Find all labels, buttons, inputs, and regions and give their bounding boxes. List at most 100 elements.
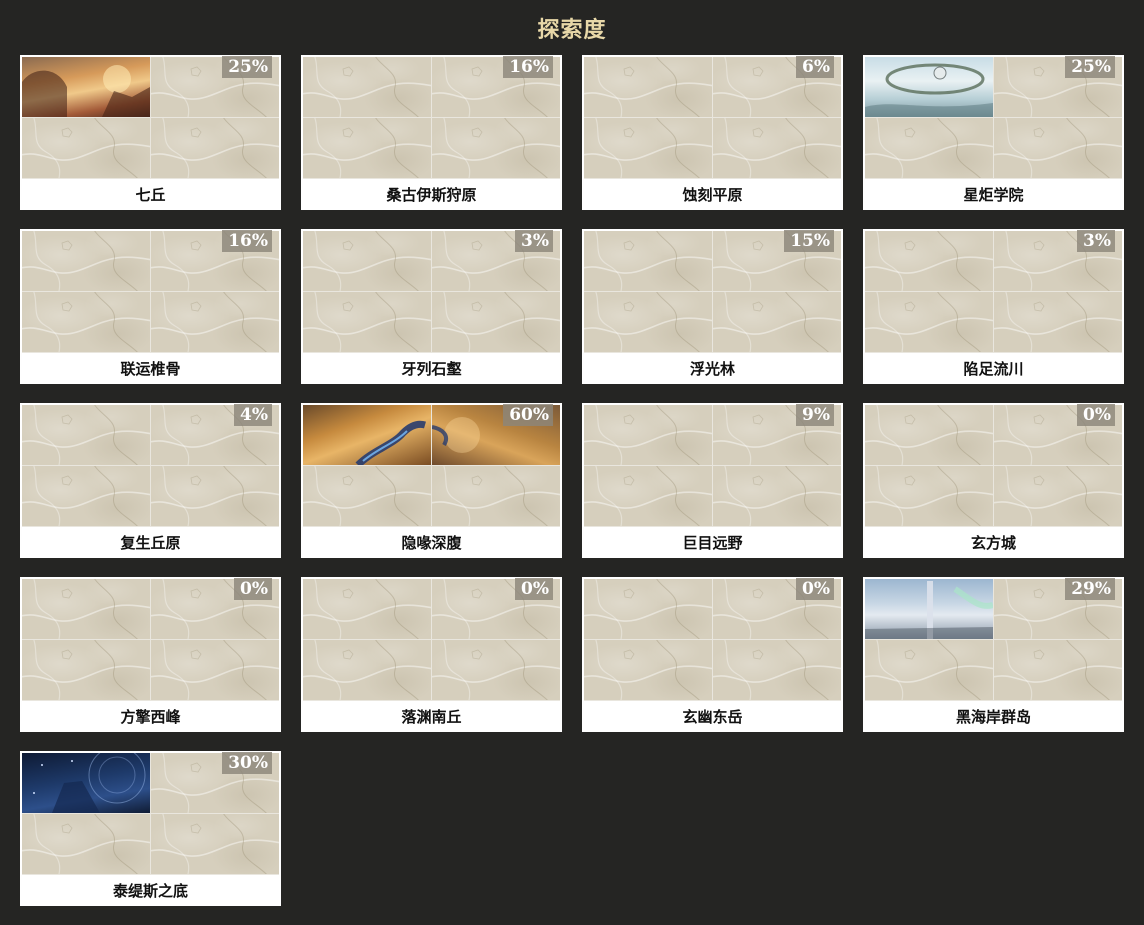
unexplored-map-tile xyxy=(432,466,560,526)
explored-scene-tile xyxy=(865,579,993,639)
explored-scene-tile xyxy=(865,57,993,117)
region-card[interactable]: 15% 浮光林 xyxy=(582,229,843,384)
exploration-percent-badge: 29% xyxy=(1065,578,1115,600)
explored-scene-tile xyxy=(22,753,150,813)
page-title: 探索度 xyxy=(537,18,607,43)
unexplored-map-tile xyxy=(432,640,560,700)
exploration-percent-badge: 0% xyxy=(1077,404,1115,426)
region-card[interactable]: 0% 玄方城 xyxy=(863,403,1124,558)
unexplored-map-tile xyxy=(994,292,1122,352)
unexplored-map-tile xyxy=(584,579,712,639)
unexplored-map-tile xyxy=(22,231,150,291)
unexplored-map-tile xyxy=(713,292,841,352)
exploration-percent-badge: 16% xyxy=(503,56,553,78)
region-name: 陷足流川 xyxy=(963,360,1024,378)
unexplored-map-tile xyxy=(584,466,712,526)
unexplored-map-tile xyxy=(865,231,993,291)
region-name: 泰缇斯之底 xyxy=(112,882,188,900)
unexplored-map-tile xyxy=(303,466,431,526)
unexplored-map-tile xyxy=(994,466,1122,526)
region-card[interactable]: 16% 联运椎骨 xyxy=(20,229,281,384)
exploration-percent-badge: 0% xyxy=(515,578,553,600)
region-name: 巨目远野 xyxy=(682,534,743,552)
explored-scene-tile xyxy=(303,405,431,465)
region-name: 桑古伊斯狩原 xyxy=(386,186,477,204)
unexplored-map-tile xyxy=(22,292,150,352)
unexplored-map-tile xyxy=(584,292,712,352)
unexplored-map-tile xyxy=(151,118,279,178)
region-card[interactable]: 25% 星炬学院 xyxy=(863,55,1124,210)
exploration-percent-badge: 25% xyxy=(222,56,272,78)
exploration-percent-badge: 25% xyxy=(1065,56,1115,78)
unexplored-map-tile xyxy=(303,640,431,700)
unexplored-map-tile xyxy=(22,814,150,874)
exploration-percent-badge: 6% xyxy=(796,56,834,78)
unexplored-map-tile xyxy=(865,405,993,465)
unexplored-map-tile xyxy=(151,640,279,700)
unexplored-map-tile xyxy=(303,231,431,291)
region-name: 黑海岸群岛 xyxy=(955,708,1031,726)
region-name: 七丘 xyxy=(135,186,166,204)
region-name: 星炬学院 xyxy=(963,186,1024,204)
unexplored-map-tile xyxy=(22,405,150,465)
region-card[interactable]: 30% 泰缇斯之底 xyxy=(20,751,281,906)
unexplored-map-tile xyxy=(865,118,993,178)
unexplored-map-tile xyxy=(994,640,1122,700)
exploration-percent-badge: 60% xyxy=(503,404,553,426)
region-card[interactable]: 29% 黑海岸群岛 xyxy=(863,577,1124,732)
unexplored-map-tile xyxy=(584,57,712,117)
unexplored-map-tile xyxy=(994,118,1122,178)
region-name: 牙列石壑 xyxy=(401,360,462,378)
exploration-percent-badge: 0% xyxy=(796,578,834,600)
unexplored-map-tile xyxy=(151,814,279,874)
unexplored-map-tile xyxy=(713,118,841,178)
unexplored-map-tile xyxy=(432,118,560,178)
unexplored-map-tile xyxy=(713,466,841,526)
unexplored-map-tile xyxy=(22,640,150,700)
unexplored-map-tile xyxy=(584,231,712,291)
unexplored-map-tile xyxy=(22,579,150,639)
exploration-percent-badge: 3% xyxy=(515,230,553,252)
unexplored-map-tile xyxy=(151,466,279,526)
explored-scene-tile xyxy=(22,57,150,117)
unexplored-map-tile xyxy=(303,292,431,352)
unexplored-map-tile xyxy=(432,292,560,352)
unexplored-map-tile xyxy=(584,640,712,700)
unexplored-map-tile xyxy=(22,118,150,178)
region-name: 玄幽东岳 xyxy=(682,708,743,726)
unexplored-map-tile xyxy=(584,405,712,465)
unexplored-map-tile xyxy=(303,118,431,178)
region-card[interactable]: 9% 巨目远野 xyxy=(582,403,843,558)
region-card[interactable]: 0% 玄幽东岳 xyxy=(582,577,843,732)
region-card[interactable]: 25% 七丘 xyxy=(20,55,281,210)
region-name: 方擎西峰 xyxy=(120,708,181,726)
exploration-percent-badge: 0% xyxy=(234,578,272,600)
exploration-percent-badge: 30% xyxy=(222,752,272,774)
region-card[interactable]: 4% 复生丘原 xyxy=(20,403,281,558)
region-grid: 25% 七丘 16% 桑古伊斯狩原 6% 蚀刻平原 25% 星炬学院 16% 联运椎骨 3% 牙列石壑… xyxy=(20,55,1124,906)
region-name: 联运椎骨 xyxy=(120,360,181,378)
unexplored-map-tile xyxy=(713,640,841,700)
region-card[interactable]: 3% 陷足流川 xyxy=(863,229,1124,384)
region-name: 蚀刻平原 xyxy=(682,186,743,204)
region-name: 浮光林 xyxy=(689,360,735,378)
exploration-percent-badge: 9% xyxy=(796,404,834,426)
region-card[interactable]: 6% 蚀刻平原 xyxy=(582,55,843,210)
region-name: 复生丘原 xyxy=(120,534,181,552)
region-card[interactable]: 60% 隐喙深腹 xyxy=(301,403,562,558)
unexplored-map-tile xyxy=(151,292,279,352)
unexplored-map-tile xyxy=(584,118,712,178)
region-card[interactable]: 16% 桑古伊斯狩原 xyxy=(301,55,562,210)
unexplored-map-tile xyxy=(303,579,431,639)
unexplored-map-tile xyxy=(865,466,993,526)
region-card[interactable]: 3% 牙列石壑 xyxy=(301,229,562,384)
exploration-percent-badge: 16% xyxy=(222,230,272,252)
unexplored-map-tile xyxy=(865,292,993,352)
region-card[interactable]: 0% 落渊南丘 xyxy=(301,577,562,732)
region-card[interactable]: 0% 方擎西峰 xyxy=(20,577,281,732)
exploration-percent-badge: 15% xyxy=(784,230,834,252)
unexplored-map-tile xyxy=(303,57,431,117)
exploration-percent-badge: 3% xyxy=(1077,230,1115,252)
region-name: 隐喙深腹 xyxy=(401,534,462,552)
exploration-percent-badge: 4% xyxy=(234,404,272,426)
